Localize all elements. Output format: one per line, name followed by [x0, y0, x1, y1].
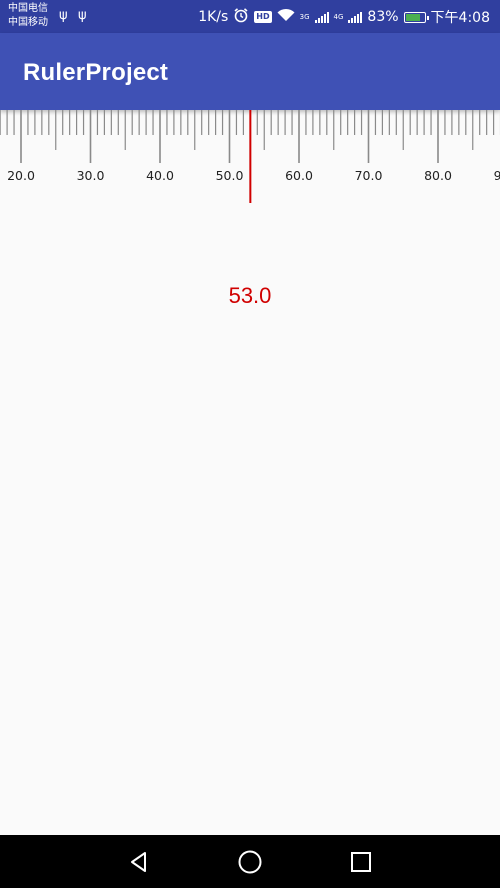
ruler-value: 53.0 — [228, 283, 272, 308]
ruler[interactable]: 20.0 30.0 40.0 50.0 60.0 70.0 80.0 90.0 — [0, 110, 500, 205]
recents-icon[interactable] — [348, 849, 374, 875]
status-bar: 中国电信 中国移动 ψ ψ 1K/s HD 3G 4G 83% 下午4:08 — [0, 0, 500, 33]
network-type-3g: 3G — [299, 12, 310, 21]
ruler-label: 80.0 — [424, 168, 452, 183]
carrier-2-label: 中国移动 — [8, 17, 48, 28]
ruler-label: 50.0 — [216, 168, 244, 183]
app-bar: RulerProject — [0, 33, 500, 110]
carrier-info: 中国电信 中国移动 — [8, 2, 48, 30]
home-icon[interactable] — [237, 849, 263, 875]
usb-icon: ψ — [59, 8, 68, 23]
hd-icon: HD — [254, 11, 272, 23]
back-icon[interactable] — [126, 849, 152, 875]
network-speed: 1K/s — [198, 9, 229, 25]
ruler-label: 20.0 — [7, 168, 35, 183]
signal-icon — [314, 11, 329, 23]
battery-fill — [405, 13, 421, 21]
signal-icon — [348, 11, 363, 23]
battery-icon — [403, 11, 429, 23]
clock: 下午4:08 — [430, 10, 490, 26]
ruler-label: 60.0 — [285, 168, 313, 183]
navigation-bar — [0, 835, 500, 888]
ruler-label: 30.0 — [77, 168, 105, 183]
wifi-icon — [277, 8, 295, 26]
carrier-1-label: 中国电信 — [8, 3, 48, 14]
alarm-icon — [233, 7, 249, 27]
network-type-4g: 4G — [333, 12, 344, 21]
ruler-label: 90.0 — [494, 168, 500, 183]
app-title: RulerProject — [23, 59, 169, 86]
battery-percentage: 83% — [367, 9, 399, 25]
ruler-label: 70.0 — [355, 168, 383, 183]
ruler-label: 40.0 — [146, 168, 174, 183]
usb-icon: ψ — [78, 8, 87, 23]
